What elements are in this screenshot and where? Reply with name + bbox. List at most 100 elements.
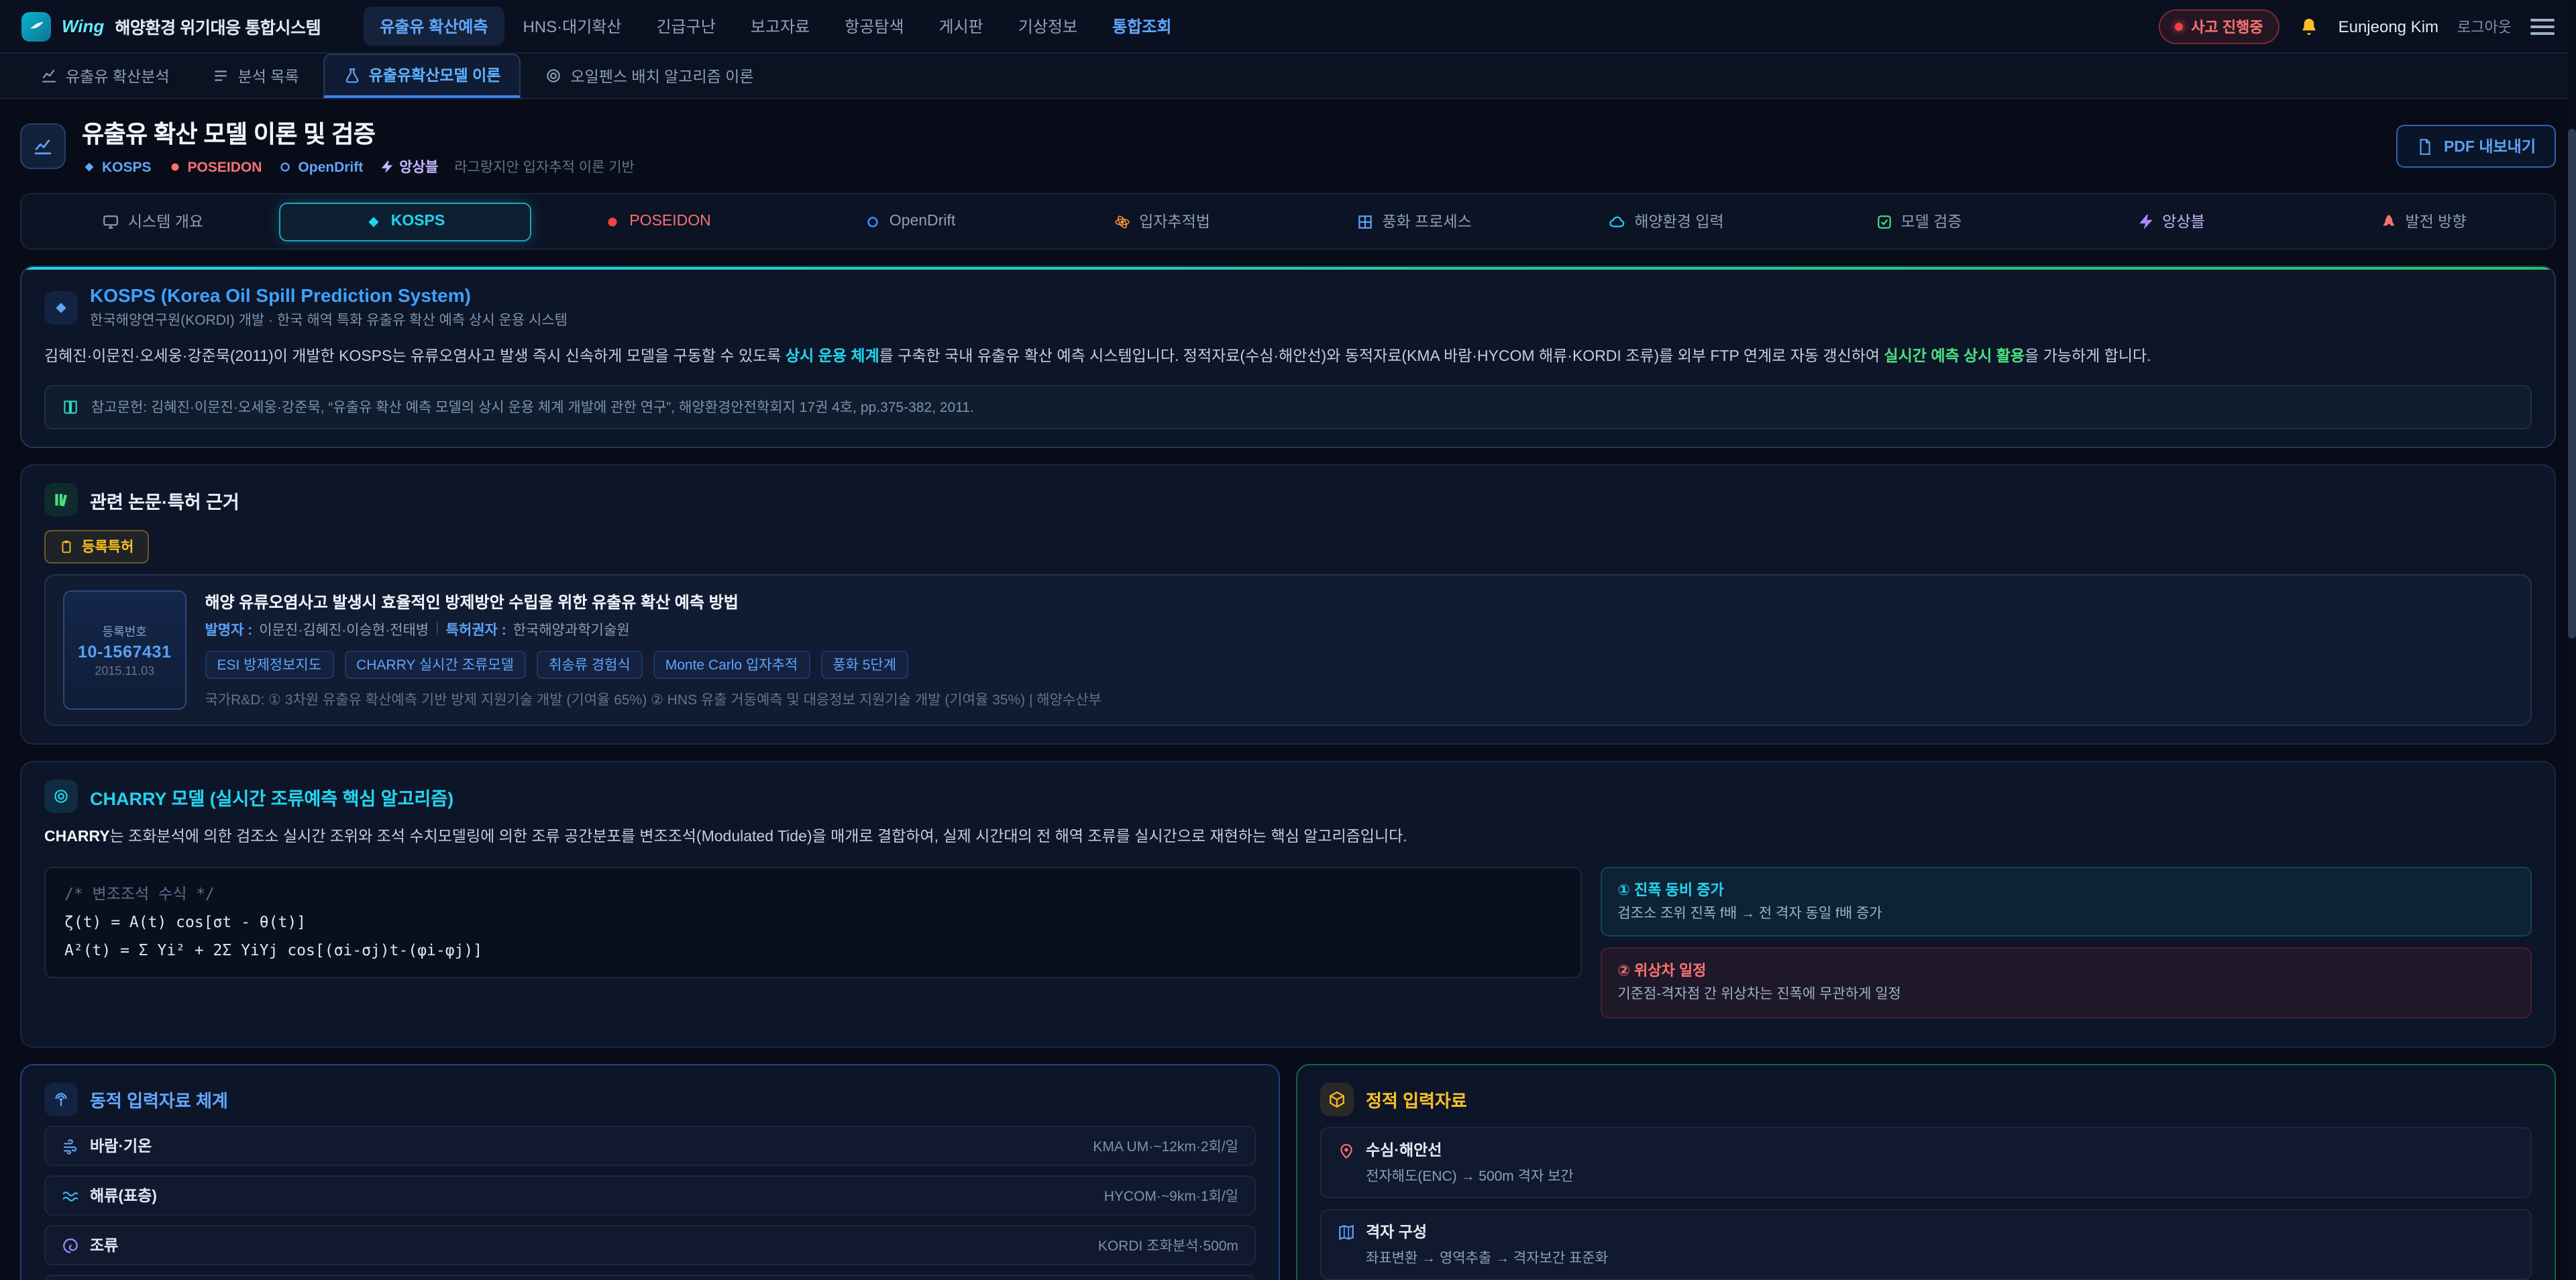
- nav-item-emergency-rescue[interactable]: 긴급구난: [640, 7, 731, 46]
- callout-phase-constant: ② 위상차 일정 기준점-격자점 간 위상차는 진폭에 무관하게 일정: [1600, 948, 2532, 1019]
- subtab-oilfence-theory[interactable]: 오일펜스 배치 알고리즘 이론: [526, 54, 772, 98]
- code-line-2: A²(t) = Σ Yi² + 2Σ YiYj cos[(σi-σj)t-(φi…: [64, 937, 1561, 965]
- kosps-header: KOSPS (Korea Oil Spill Prediction System…: [44, 284, 2532, 330]
- brand[interactable]: Wing 해양환경 위기대응 통합시스템: [21, 11, 321, 41]
- incident-dot-icon: [2175, 22, 2183, 30]
- tab-particle-tracking[interactable]: 입자추적법: [1036, 200, 1288, 243]
- reference-text: 참고문헌: 김혜진·이문진·오세웅·강준묵, “유출유 확산 예측 모델의 상시…: [91, 397, 974, 417]
- kosps-title: KOSPS (Korea Oil Spill Prediction System…: [90, 284, 568, 306]
- badge-opendrift: OpenDrift: [278, 159, 363, 175]
- badge-kosps: KOSPS: [82, 159, 152, 175]
- dynamic-row-surface-current[interactable]: 해류(표층) HYCOM·~9km·1회/일: [44, 1175, 1256, 1216]
- scrollbar-thumb[interactable]: [2568, 129, 2576, 639]
- incident-status-badge[interactable]: 사고 진행중: [2159, 9, 2279, 44]
- tag-monte-carlo[interactable]: Monte Carlo 입자추적: [653, 651, 810, 679]
- patent-tag-row: ESI 방제정보지도 CHARRY 실시간 조류모델 취송류 경험식 Monte…: [205, 651, 1101, 679]
- tab-future-direction[interactable]: 발전 방향: [2297, 200, 2549, 243]
- page-title: 유출유 확산 모델 이론 및 검증: [82, 115, 635, 150]
- page-title-block: 유출유 확산 모델 이론 및 검증 KOSPS POSEIDON OpenDri…: [82, 115, 635, 177]
- logout-button[interactable]: 로그아웃: [2457, 15, 2512, 37]
- reg-number: 10-1567431: [78, 643, 171, 661]
- charry-section: CHARRY 모델 (실시간 조류예측 핵심 알고리즘) CHARRY는 조화분…: [20, 761, 2556, 1048]
- page-chart-icon: [20, 123, 66, 169]
- user-name[interactable]: Eunjeong Kim: [2339, 17, 2438, 36]
- model-badge-row: KOSPS POSEIDON OpenDrift 앙상블 라그랑지안 입자추: [82, 157, 635, 177]
- list-icon: [213, 67, 230, 85]
- flask-icon: [343, 66, 361, 84]
- pin-icon: [1338, 1141, 1355, 1159]
- assignee: 한국해양과학기술원: [513, 620, 630, 640]
- patent-card[interactable]: 등록번호 10-1567431 2015.11.03 해양 유류오염사고 발생시…: [44, 574, 2532, 726]
- nav-item-oil-spill-prediction[interactable]: 유출유 확산예측: [364, 7, 504, 46]
- nav-item-weather[interactable]: 기상정보: [1002, 7, 1093, 46]
- patent-detail: 해양 유류오염사고 발생시 효율적인 방제방안 수립을 위한 유출유 확산 예측…: [205, 590, 1101, 710]
- top-navbar: Wing 해양환경 위기대응 통합시스템 유출유 확산예측 HNS·대기확산 긴…: [0, 0, 2576, 54]
- swirl-icon: [62, 1236, 79, 1254]
- assignee-label: 특허권자 :: [446, 620, 506, 640]
- kosps-description: 김혜진·이문진·오세웅·강준묵(2011)이 개발한 KOSPS는 유류오염사고…: [44, 343, 2532, 370]
- antenna-icon: [44, 1083, 78, 1116]
- books-icon: [44, 483, 78, 517]
- tab-model-validation[interactable]: 모델 검증: [1792, 200, 2045, 243]
- nav-item-integrated-search[interactable]: 통합조회: [1096, 7, 1187, 46]
- ring-icon: [278, 160, 292, 174]
- dynamic-input-section: 동적 입력자료 체계 바람·기온 KMA UM·~12km·2회/일 해류(표층…: [20, 1064, 1280, 1280]
- monitor-icon: [103, 213, 120, 230]
- pdf-export-button[interactable]: PDF 내보내기: [2397, 125, 2556, 168]
- nav-item-board[interactable]: 게시판: [923, 7, 1000, 46]
- page-scrollbar[interactable]: [2568, 0, 2576, 1280]
- static-row-bathymetry[interactable]: 수심·해안선 전자해도(ENC) → 500m 격자 보간: [1320, 1127, 2532, 1198]
- diamond-icon: [366, 213, 383, 230]
- static-row-grid-config[interactable]: 격자 구성 좌표변환 → 영역추출 → 격자보간 표준화: [1320, 1209, 2532, 1280]
- document-icon: [2417, 138, 2434, 155]
- charry-bold: CHARRY: [44, 829, 110, 845]
- reg-number-label: 등록번호: [103, 623, 147, 640]
- notification-bell-icon[interactable]: [2298, 15, 2320, 37]
- nav-item-hns-air-dispersion[interactable]: HNS·대기확산: [506, 7, 637, 46]
- subtab-spill-analysis[interactable]: 유출유 확산분석: [21, 54, 189, 98]
- static-input-section: 정적 입력자료 수심·해안선 전자해도(ENC) → 500m 격자 보간 격자…: [1296, 1064, 2556, 1280]
- tab-system-overview[interactable]: 시스템 개요: [27, 200, 279, 243]
- papers-title: 관련 논문·특허 근거: [90, 486, 239, 513]
- highlight-realtime-use: 실시간 예측 상시 활용: [1884, 349, 2025, 365]
- nav-item-reports[interactable]: 보고자료: [735, 7, 826, 46]
- subtab-model-theory[interactable]: 유출유확산모델 이론: [323, 54, 521, 98]
- tag-weathering-stages[interactable]: 풍화 5단계: [820, 651, 908, 679]
- modulated-tide-codeblock: /* 변조조석 수식 */ ζ(t) = A(t) cos[σt - θ(t)]…: [44, 866, 1581, 979]
- tab-weathering-process[interactable]: 풍화 프로세스: [1288, 200, 1540, 243]
- tab-opendrift[interactable]: OpenDrift: [784, 202, 1036, 241]
- main-nav: 유출유 확산예측 HNS·대기확산 긴급구난 보고자료 항공탐색 게시판 기상정…: [364, 7, 1187, 46]
- patent-meta: 발명자 : 이문진·김혜진·이승현·전태병 | 특허권자 : 한국해양과학기술원: [205, 620, 1101, 640]
- patent-title: 해양 유류오염사고 발생시 효율적인 방제방안 수립을 위한 유출유 확산 예측…: [205, 590, 1101, 613]
- page-content: 유출유 확산 모델 이론 및 검증 KOSPS POSEIDON OpenDri…: [0, 99, 2576, 1280]
- subtab-analysis-list[interactable]: 분석 목록: [194, 54, 318, 98]
- tag-charry-model[interactable]: CHARRY 실시간 조류모델: [344, 651, 526, 679]
- system-title: 해양환경 위기대응 통합시스템: [115, 13, 321, 39]
- inventors: 이문진·김혜진·이승현·전태병: [259, 620, 429, 640]
- nav-item-aerial-search[interactable]: 항공탐색: [828, 7, 920, 46]
- dynamic-input-title: 동적 입력자료 체계: [90, 1087, 228, 1112]
- dynamic-row-tidal-current[interactable]: 조류 KORDI 조화분석·500m: [44, 1225, 1256, 1265]
- menu-hamburger-icon[interactable]: [2530, 18, 2555, 34]
- sub-navbar: 유출유 확산분석 분석 목록 유출유확산모델 이론 오일펜스 배치 알고리즘 이…: [0, 54, 2576, 99]
- topnav-right-cluster: 사고 진행중 Eunjeong Kim 로그아웃: [2159, 9, 2555, 44]
- theory-caption: 라그랑지안 입자추적 이론 기반: [454, 157, 635, 177]
- page-header: 유출유 확산 모델 이론 및 검증 KOSPS POSEIDON OpenDri…: [20, 115, 2556, 177]
- grid-icon: [1356, 213, 1374, 230]
- target-icon: [545, 67, 562, 85]
- kosps-subtitle: 한국해양연구원(KORDI) 개발 · 한국 해역 특화 유출유 확산 예측 상…: [90, 310, 568, 330]
- charry-description: CHARRY는 조화분석에 의한 검조소 실시간 조위와 조석 수치모델링에 의…: [44, 825, 2532, 851]
- charry-header: CHARRY 모델 (실시간 조류예측 핵심 알고리즘): [44, 780, 2532, 813]
- app-viewport: Wing 해양환경 위기대응 통합시스템 유출유 확산예측 HNS·대기확산 긴…: [0, 0, 2576, 1280]
- badge-poseidon: POSEIDON: [168, 159, 262, 175]
- subtab-label: 유출유 확산분석: [66, 65, 170, 87]
- tab-kosps[interactable]: KOSPS: [279, 202, 531, 241]
- tag-esi-map[interactable]: ESI 방제정보지도: [205, 651, 333, 679]
- tag-wind-driven-formula[interactable]: 취송류 경험식: [537, 651, 643, 679]
- tab-poseidon[interactable]: POSEIDON: [531, 202, 784, 241]
- charry-title: CHARRY 모델 (실시간 조류예측 핵심 알고리즘): [90, 783, 453, 810]
- tab-marine-env-input[interactable]: 해양환경 입력: [1540, 200, 1792, 243]
- tab-ensemble[interactable]: 앙상블: [2045, 200, 2297, 243]
- dynamic-row-wind-temp[interactable]: 바람·기온 KMA UM·~12km·2회/일: [44, 1126, 1256, 1166]
- wing-logo-icon: [21, 11, 51, 41]
